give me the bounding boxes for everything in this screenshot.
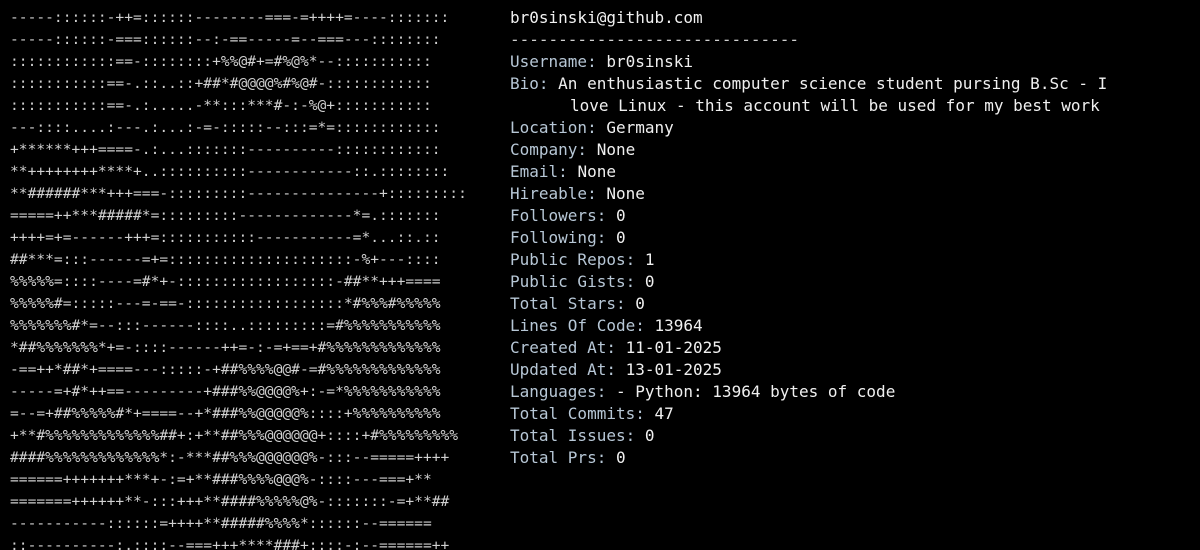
languages-value: - Python: 13964 bytes of code bbox=[615, 382, 896, 401]
public-repos-label: Public Repos: bbox=[510, 250, 636, 269]
languages-label: Languages: bbox=[510, 382, 607, 401]
ascii-art-line: %%%%%#=:::::---=-==-::::::::::::::::::*#… bbox=[10, 295, 441, 312]
ascii-art-line: :::::::::::==-.:.....-**:::***#-:-%@+:::… bbox=[10, 97, 432, 114]
total-stars-row: Total Stars: 0 bbox=[510, 293, 1190, 315]
ascii-art-line: -----=+#*++==---------+###%%@@@@%+:-=*%%… bbox=[10, 383, 441, 400]
hireable-value: None bbox=[606, 184, 645, 203]
ascii-art-line: *##%%%%%%%*+=-::::------++=-:-=+==+#%%%%… bbox=[10, 339, 441, 356]
company-label: Company: bbox=[510, 140, 588, 159]
total-stars-label: Total Stars: bbox=[510, 294, 626, 313]
company-row: Company: None bbox=[510, 139, 1190, 161]
terminal-window: -----::::::-++=::::::--------===-=++++=-… bbox=[0, 0, 1200, 550]
ascii-art-line: =--=+##%%%%%#*+====--+*###%%@@@@@%::::+%… bbox=[10, 405, 441, 422]
total-prs-label: Total Prs: bbox=[510, 448, 607, 467]
created-at-value: 11-01-2025 bbox=[625, 338, 722, 357]
ascii-art-line: =======++++++**-:::+++**####%%%%%@%-::::… bbox=[10, 493, 450, 510]
location-row: Location: Germany bbox=[510, 117, 1190, 139]
ascii-art-line: ::----------:.::::--===+++****###+::::-:… bbox=[10, 537, 450, 550]
ascii-art-line: %%%%%%%#*=--:::------::::..:::::::::=#%%… bbox=[10, 317, 441, 334]
bio-value-line1: An enthusiastic computer science student… bbox=[558, 74, 1108, 93]
header-separator: ------------------------------ bbox=[510, 30, 799, 49]
lines-of-code-row: Lines Of Code: 13964 bbox=[510, 315, 1190, 337]
bio-value-line2: love Linux - this account will be used f… bbox=[570, 96, 1100, 115]
ascii-art-line: ::::::::::::==-::::::::+%%@#+=#%@%*--:::… bbox=[10, 53, 432, 70]
profile-header-title: br0sinski@github.com bbox=[510, 8, 703, 27]
email-value: None bbox=[577, 162, 616, 181]
username-label: Username: bbox=[510, 52, 597, 71]
email-label: Email: bbox=[510, 162, 568, 181]
total-prs-value: 0 bbox=[615, 448, 626, 467]
ascii-art-line: -----::::::-++=::::::--------===-=++++=-… bbox=[10, 9, 450, 26]
location-value: Germany bbox=[606, 118, 674, 137]
ascii-art-line: :::::::::::==-.::..::+##*#@@@@%#%@#-::::… bbox=[10, 75, 432, 92]
company-value: None bbox=[596, 140, 636, 159]
username-row: Username: br0sinski bbox=[510, 51, 1190, 73]
bio-label: Bio: bbox=[510, 74, 549, 93]
created-at-row: Created At: 11-01-2025 bbox=[510, 337, 1190, 359]
ascii-art-line: ++++=+=------+++=:::::::::::-----------=… bbox=[10, 229, 441, 246]
total-issues-row: Total Issues: 0 bbox=[510, 425, 1190, 447]
ascii-art-line: ---::::....:---.:...:-=-:::::--:::=*=:::… bbox=[10, 119, 441, 136]
ascii-art-line: -----------::::::=++++**#####%%%%*::::::… bbox=[10, 515, 432, 532]
ascii-art-line: **++++++++****+..::::::::::------------:… bbox=[10, 163, 450, 180]
ascii-art-line: +******+++====-.:...:::::::----------:::… bbox=[10, 141, 441, 158]
public-gists-label: Public Gists: bbox=[510, 272, 636, 291]
public-repos-value: 1 bbox=[644, 250, 655, 269]
bio-row-continuation: love Linux - this account will be used f… bbox=[510, 95, 1190, 117]
updated-at-row: Updated At: 13-01-2025 bbox=[510, 359, 1190, 381]
ascii-art-line: +**#%%%%%%%%%%%%%##+:+**##%%%@@@@@@+::::… bbox=[10, 427, 459, 444]
following-row: Following: 0 bbox=[510, 227, 1190, 249]
ascii-art-line: ======+++++++***+-:=+**###%%%%@@@%-::::-… bbox=[10, 471, 432, 488]
profile-info-panel: br0sinski@github.com -------------------… bbox=[510, 7, 1190, 469]
public-gists-row: Public Gists: 0 bbox=[510, 271, 1190, 293]
followers-value: 0 bbox=[615, 206, 626, 225]
following-value: 0 bbox=[615, 228, 626, 247]
hireable-label: Hireable: bbox=[510, 184, 597, 203]
public-gists-value: 0 bbox=[644, 272, 655, 291]
created-at-label: Created At: bbox=[510, 338, 616, 357]
followers-label: Followers: bbox=[510, 206, 607, 225]
following-label: Following: bbox=[510, 228, 607, 247]
ascii-art-line: **######***+++===-:::::::::-------------… bbox=[10, 185, 467, 202]
ascii-art-logo: -----::::::-++=::::::--------===-=++++=-… bbox=[10, 7, 510, 550]
ascii-art-line: ####%%%%%%%%%%%%%*:-***##%%%@@@@@@%-:::-… bbox=[10, 449, 450, 466]
username-value: br0sinski bbox=[606, 52, 694, 71]
followers-row: Followers: 0 bbox=[510, 205, 1190, 227]
total-issues-value: 0 bbox=[644, 426, 655, 445]
updated-at-label: Updated At: bbox=[510, 360, 616, 379]
total-issues-label: Total Issues: bbox=[510, 426, 636, 445]
email-row: Email: None bbox=[510, 161, 1190, 183]
bio-row: Bio: An enthusiastic computer science st… bbox=[510, 73, 1190, 95]
public-repos-row: Public Repos: 1 bbox=[510, 249, 1190, 271]
ascii-art-line: %%%%%=::::----=#*+-::::::::::::::::::-##… bbox=[10, 273, 441, 290]
updated-at-value: 13-01-2025 bbox=[625, 360, 722, 379]
total-commits-label: Total Commits: bbox=[510, 404, 645, 423]
total-prs-row: Total Prs: 0 bbox=[510, 447, 1190, 469]
total-stars-value: 0 bbox=[635, 294, 645, 313]
languages-row: Languages: - Python: 13964 bytes of code bbox=[510, 381, 1190, 403]
lines-of-code-label: Lines Of Code: bbox=[510, 316, 645, 335]
location-label: Location: bbox=[510, 118, 597, 137]
ascii-art-line: ##***=:::------=+=:::::::::::::::::::::-… bbox=[10, 251, 441, 268]
hireable-row: Hireable: None bbox=[510, 183, 1190, 205]
total-commits-value: 47 bbox=[654, 404, 674, 423]
ascii-art-line: -----::::::-===::::::--:-==-----=--===--… bbox=[10, 31, 441, 48]
total-commits-row: Total Commits: 47 bbox=[510, 403, 1190, 425]
ascii-art-line: =====++***#####*=:::::::::-------------*… bbox=[10, 207, 441, 224]
lines-of-code-value: 13964 bbox=[654, 316, 703, 335]
ascii-art-line: -==++*##*+====---:::::-+##%%%%@@#-=#%%%%… bbox=[10, 361, 441, 378]
